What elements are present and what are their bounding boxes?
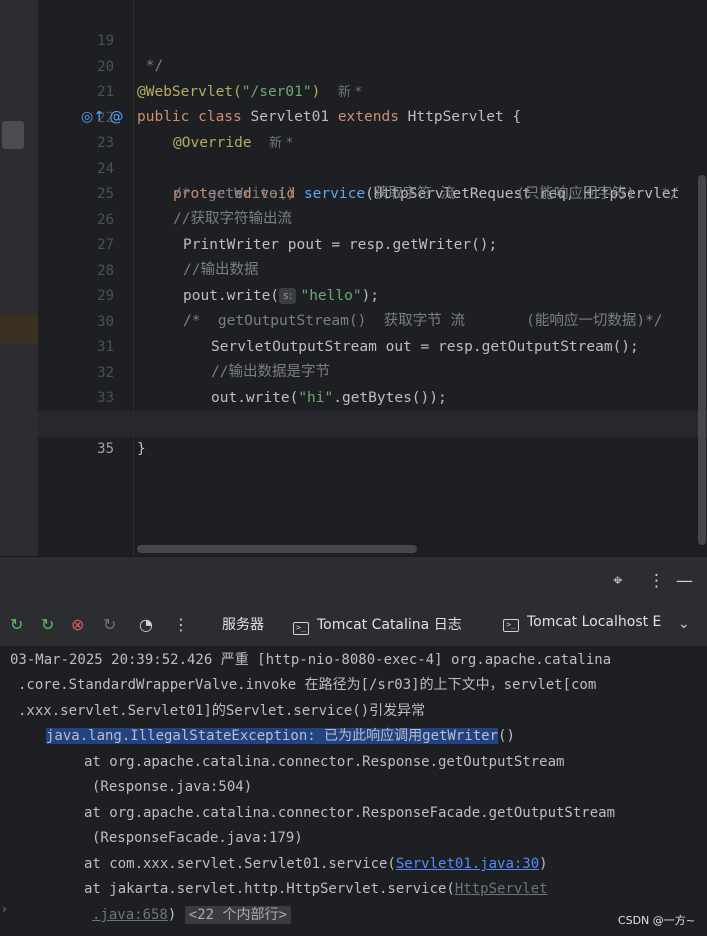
minimize-icon[interactable]: — (676, 571, 693, 591)
tab-localhost-label: Tomcat Localhost E (527, 614, 662, 630)
stack-frame: at org.apache.catalina.connector.Respons… (84, 805, 616, 821)
stack-frame: at jakarta.servlet.http.HttpServlet.serv… (84, 879, 548, 899)
code-line[interactable]: 28 pout.write(s: "hello"); (38, 233, 707, 304)
source-link[interactable]: Servlet01.java:30 (396, 856, 539, 872)
left-tool-strip (0, 0, 38, 556)
log-text: .xxx.servlet.Servlet01]的Servlet.service(… (18, 703, 426, 719)
stack-frame: .java:658) <22 个内部行> (92, 905, 291, 925)
code-line[interactable]: 22 @Override 新 * (38, 80, 707, 152)
stack-frame-location: (ResponseFacade.java:179) (92, 830, 303, 846)
rerun-icon[interactable]: ↻ (10, 615, 23, 634)
log-text: ) (539, 856, 548, 872)
code-editor[interactable]: 19 */ 20 @WebServlet("/ser01") 新 * 21 pu… (0, 0, 707, 556)
restart-disabled-icon: ↻ (103, 615, 117, 634)
tool-strip-button[interactable] (2, 121, 24, 149)
more-vertical-icon[interactable]: ⋮ (648, 571, 665, 591)
horizontal-scrollbar[interactable] (137, 545, 417, 553)
stack-frame-location: (Response.java:504) (92, 779, 253, 795)
code-line[interactable]: 32 out.write("hi".getBytes()); (38, 335, 707, 407)
line-number: 35 (97, 440, 114, 457)
update-app-icon[interactable]: ↻ (41, 615, 54, 634)
tab-catalina-log[interactable]: >_ Tomcat Catalina 日志 (293, 614, 462, 635)
log-line: .core.StandardWrapperValve.invoke 在路径为[/… (18, 677, 597, 693)
log-text: at com.xxx.servlet.Servlet01.service( (84, 856, 396, 872)
code-line[interactable]: 30 ServletOutputStream out = resp.getOut… (38, 284, 707, 356)
bookmark-marker (0, 315, 38, 343)
tab-catalina-label: Tomcat Catalina 日志 (317, 617, 462, 633)
code-line[interactable]: 33 } (38, 360, 707, 432)
source-link[interactable]: .java:658 (92, 907, 168, 923)
stack-frame: at com.xxx.servlet.Servlet01.service(Ser… (84, 854, 548, 874)
vertical-scrollbar[interactable] (698, 175, 706, 545)
code-line[interactable]: 27 //输出数据 (38, 207, 707, 279)
log-line: 03-Mar-2025 20:39:52.426 严重 [http-nio-80… (10, 652, 612, 668)
console-toolbar: ↻ ↻ ⊗ ↻ ◔ ⋮ 服务器 >_ Tomcat Catalina 日志 >_ T… (0, 606, 707, 646)
stack-frame: at org.apache.catalina.connector.Respons… (84, 754, 565, 770)
source-link[interactable]: HttpServlet (455, 881, 548, 897)
code-line[interactable]: 21 public class Servlet01 extends HttpSe… (38, 54, 707, 126)
log-text: ) (167, 907, 177, 923)
tab-server[interactable]: 服务器 (222, 614, 264, 634)
console-icon: >_ (503, 619, 519, 632)
stop-icon[interactable]: ⊗ (71, 615, 84, 634)
code-text: } (137, 441, 146, 457)
folded-lines-button[interactable]: <22 个内部行> (184, 906, 291, 924)
code-line[interactable]: 29 /* getOutputStream() 获取字节 流 (能响应一切数据)… (38, 258, 707, 330)
override-gutter-icon[interactable]: ◎↑ @ (81, 105, 123, 131)
code-line[interactable]: 20 @WebServlet("/ser01") 新 * (38, 29, 707, 101)
watermark: CSDN @一方~ (617, 914, 695, 927)
code-line[interactable]: 31 //输出数据是字节 (38, 309, 707, 381)
code-line[interactable]: 25 //获取字符输出流 (38, 156, 707, 228)
chevron-right-icon[interactable]: › (2, 902, 7, 916)
gauge-icon[interactable]: ◔ (139, 615, 153, 634)
tab-server-label: 服务器 (222, 617, 264, 633)
crosshair-icon[interactable]: ⌖ (613, 571, 623, 591)
services-tool-header: ⌖ ⋮ — (0, 556, 707, 606)
code-line[interactable]: 19 */ (38, 3, 707, 75)
code-line[interactable]: 26 PrintWriter pout = resp.getWriter(); (38, 182, 707, 254)
selected-text[interactable]: java.lang.IllegalStateException: 已为此响应调用… (46, 728, 499, 744)
exception-line: java.lang.IllegalStateException: 已为此响应调用… (46, 726, 515, 746)
code-line[interactable]: 34 } (38, 386, 707, 458)
console-output[interactable]: 03-Mar-2025 20:39:52.426 严重 [http-nio-80… (0, 646, 707, 936)
chevron-down-icon[interactable]: ⌄ (678, 616, 690, 632)
log-line: .xxx.servlet.Servlet01]的Servlet.service(… (18, 701, 425, 721)
code-line[interactable]: 24 /* getWrite() 获取字符 流 (只能响应回字符) */ (38, 131, 707, 203)
log-text: at jakarta.servlet.http.HttpServlet.serv… (84, 881, 455, 897)
tab-localhost-log[interactable]: >_ Tomcat Localhost E (503, 614, 663, 632)
more-vertical-icon[interactable]: ⋮ (173, 615, 189, 634)
console-icon: >_ (293, 622, 309, 635)
code-line-current[interactable]: 35 (38, 411, 707, 457)
log-text: () (498, 728, 515, 744)
code-line[interactable]: 23 ◎↑ @ protected void service(HttpServl… (38, 105, 707, 202)
